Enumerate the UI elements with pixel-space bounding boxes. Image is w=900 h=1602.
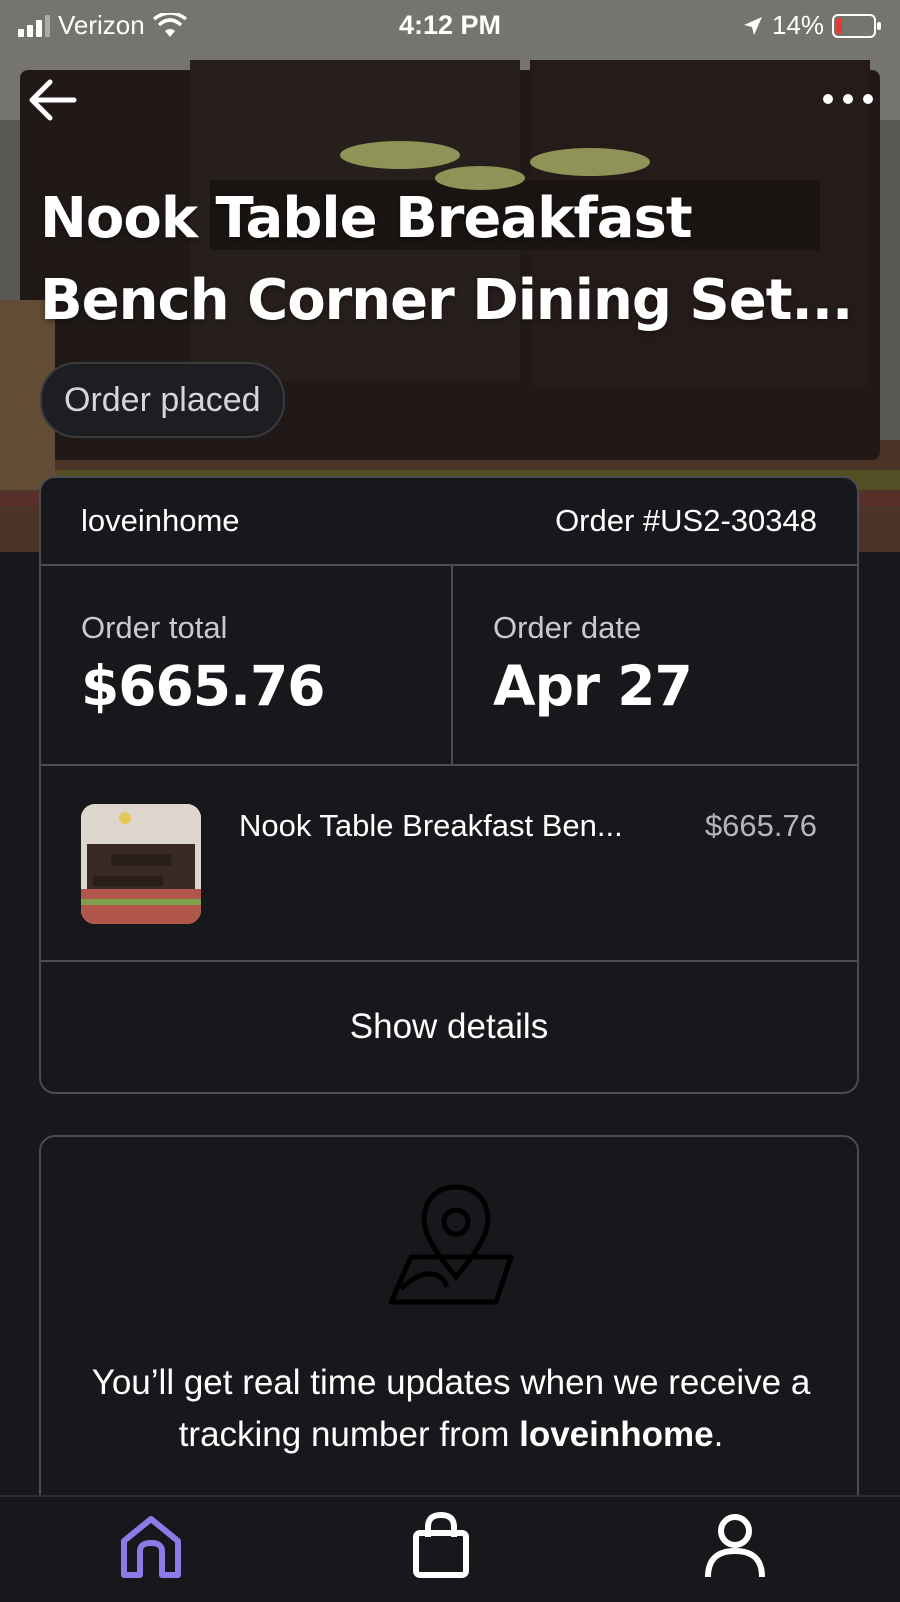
tracking-card: You’ll get real time updates when we rec…	[39, 1135, 859, 1555]
item-thumbnail	[81, 804, 201, 924]
order-stats: Order total $665.76 Order date Apr 27	[41, 566, 857, 766]
status-bar: Verizon 4:12 PM 14%	[0, 0, 900, 52]
battery-percent: 14%	[771, 10, 824, 40]
more-options-icon[interactable]	[818, 86, 878, 112]
tracking-message-end: .	[713, 1415, 724, 1454]
order-total: Order total $665.76	[41, 566, 451, 764]
order-date-label: Order date	[493, 610, 642, 645]
tracking-seller-name: loveinhome	[519, 1415, 714, 1454]
bottom-tab-bar	[0, 1495, 900, 1602]
order-item[interactable]: Nook Table Breakfast Ben... $665.76	[41, 764, 857, 962]
bag-icon[interactable]	[406, 1511, 476, 1581]
order-date-value: Apr 27	[493, 654, 693, 718]
order-card: loveinhome Order #US2-30348 Order total …	[39, 476, 859, 1094]
order-total-label: Order total	[81, 610, 228, 645]
battery-icon	[832, 13, 881, 38]
profile-icon[interactable]	[700, 1511, 770, 1581]
item-name: Nook Table Breakfast Ben...	[239, 808, 623, 843]
item-price: $665.76	[704, 808, 817, 843]
order-status-badge: Order placed	[40, 362, 285, 438]
home-icon[interactable]	[116, 1511, 186, 1581]
item-thumbnail-image	[81, 804, 201, 924]
product-title: Nook Table Breakfast Bench Corner Dining…	[40, 186, 853, 333]
map-pin-icon	[388, 1184, 514, 1305]
back-arrow-icon[interactable]	[28, 78, 80, 122]
order-number: Order #US2-30348	[555, 503, 817, 538]
tracking-message: You’ll get real time updates when we rec…	[81, 1357, 821, 1461]
location-arrow-icon	[743, 16, 762, 35]
order-date: Order date Apr 27	[451, 566, 857, 764]
order-card-header: loveinhome Order #US2-30348	[41, 478, 857, 566]
show-details-button[interactable]: Show details	[41, 960, 857, 1092]
order-total-value: $665.76	[81, 654, 326, 718]
seller-name[interactable]: loveinhome	[81, 503, 240, 539]
status-right: 14%	[742, 10, 882, 41]
